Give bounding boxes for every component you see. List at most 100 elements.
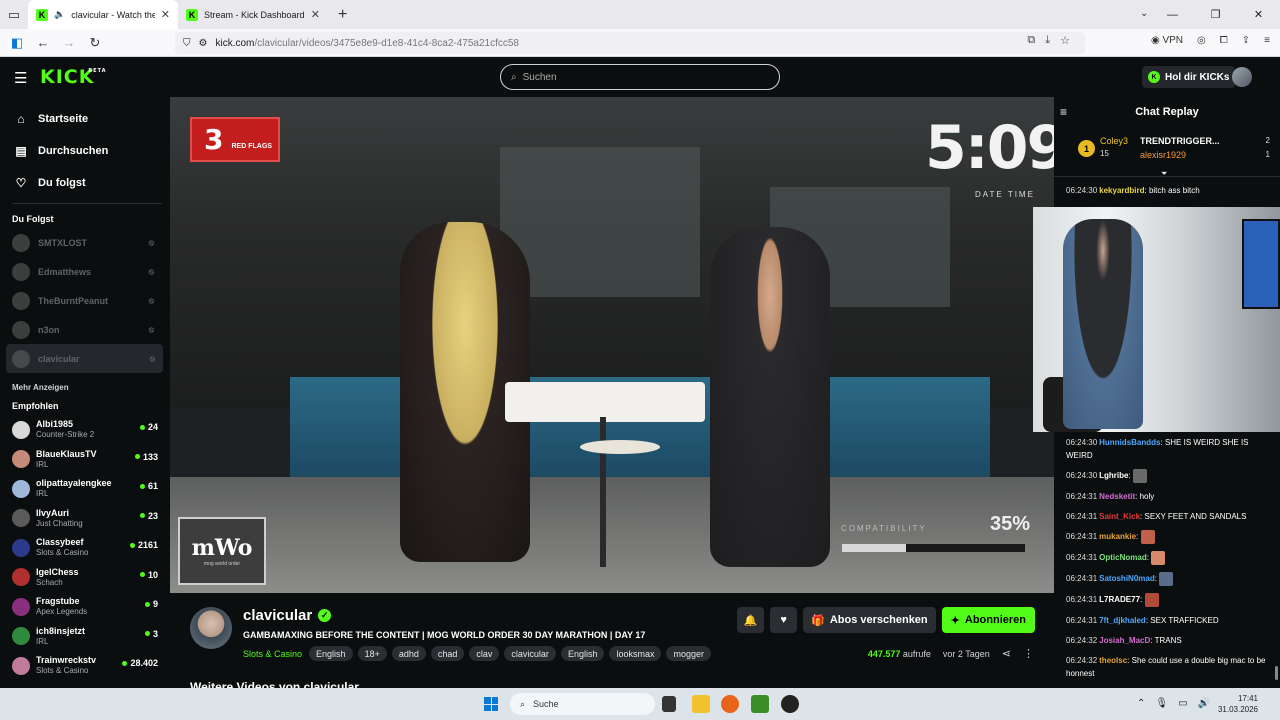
volume-icon[interactable]: 🔊	[1198, 698, 1210, 709]
browser-tab-active[interactable]: K 🔈 clavicular - Watch the VOD ✕	[28, 0, 178, 29]
following-channel[interactable]: TheBurntPeanut ⦸	[0, 286, 162, 315]
gift-subs-button[interactable]: 🎁 Abos verschenken	[803, 607, 936, 633]
recommended-channel[interactable]: Albi1985 Counter-Strike 2 24	[0, 415, 170, 445]
nav-browse[interactable]: ▤ Durchsuchen	[14, 135, 170, 167]
chat-username[interactable]: mukankie	[1099, 532, 1136, 541]
recommended-channel[interactable]: olipattayalengkee IRL 61	[0, 474, 170, 504]
account-icon[interactable]: ◎	[1197, 35, 1206, 46]
chat-username[interactable]: kekyardbird	[1099, 186, 1144, 195]
tag[interactable]: chad	[430, 646, 465, 661]
chat-username[interactable]: Lghribe	[1099, 471, 1128, 480]
speaker-icon[interactable]: 🔈	[54, 9, 65, 20]
maximize-icon[interactable]: ❐	[1194, 0, 1237, 29]
tag[interactable]: mogger	[666, 646, 711, 661]
kick-app-icon[interactable]	[751, 695, 769, 713]
recommended-channel[interactable]: ich8insjetzt IRL 3	[0, 622, 170, 652]
reload-icon[interactable]: ↻	[82, 35, 108, 51]
get-kicks-button[interactable]: K Hol dir KICKs	[1142, 66, 1236, 88]
share-icon[interactable]: ⋖	[1002, 647, 1011, 660]
hamburger-menu-icon[interactable]: ☰	[14, 69, 27, 87]
page-info-icon[interactable]: ⚙	[199, 38, 208, 49]
following-channel-selected[interactable]: clavicular ⦸	[6, 344, 163, 373]
category-link[interactable]: Slots & Casino	[243, 649, 302, 659]
tab-overflow-chevron-icon[interactable]: ⌄	[1140, 8, 1148, 19]
notifications-bell-button[interactable]: 🔔	[737, 607, 765, 633]
tag[interactable]: English	[309, 646, 353, 661]
search-input[interactable]: ⌕ Suchen	[500, 64, 780, 90]
save-to-pocket-icon[interactable]: ⤓	[1045, 34, 1050, 47]
chat-emote-icon	[1151, 551, 1166, 565]
close-tab-icon[interactable]: ✕	[311, 8, 320, 21]
bookmark-star-icon[interactable]: ☆	[1060, 34, 1070, 47]
new-tab-icon[interactable]: +	[338, 6, 347, 24]
picture-in-picture-icon[interactable]: ⧉	[1027, 34, 1035, 47]
tab-list-icon[interactable]: ▭	[0, 7, 28, 23]
network-icon[interactable]: ▭	[1178, 698, 1187, 709]
taskbar-clock[interactable]: 17:41 31.03.2026	[1218, 693, 1258, 715]
shield-icon[interactable]: ⛉	[183, 38, 191, 49]
recommended-channel[interactable]: Classybeef Slots & Casino 2161	[0, 533, 170, 563]
tag[interactable]: 18+	[357, 646, 387, 661]
video-player[interactable]: 3 RED FLAGS 5:09 DATE TIME COMPATIBILITY…	[170, 97, 1054, 593]
menu-icon[interactable]: ≡	[1264, 35, 1270, 46]
recommended-channel[interactable]: BlaueKlausTV IRL 133	[0, 445, 170, 475]
recommended-channel[interactable]: IgelChess Schach 10	[0, 563, 170, 593]
show-more-link[interactable]: Mehr Anzeigen	[0, 377, 170, 397]
chat-username[interactable]: Nedsketit	[1099, 492, 1135, 501]
url-bar[interactable]: ⛉ ⚙ kick.com/clavicular/videos/3475e8e9-…	[175, 32, 1085, 54]
search-placeholder: Suchen	[522, 71, 557, 83]
recommended-channel[interactable]: IlvyAuri Just Chatting 23	[0, 504, 170, 534]
extensions-icon[interactable]: ⧠	[1220, 35, 1228, 46]
tray-chevron-icon[interactable]: ⌃	[1137, 698, 1145, 709]
following-channel[interactable]: SMTXLOST ⦸	[0, 228, 162, 257]
pin-expand-icon[interactable]: ⏷	[1161, 169, 1167, 179]
channel-name-row[interactable]: clavicular ✓	[243, 607, 332, 624]
chat-timestamp: 06:24:31	[1066, 595, 1098, 605]
taskbar-search[interactable]: ⌕ Suche	[510, 693, 655, 715]
chat-scrollbar[interactable]	[1275, 666, 1278, 680]
chat-username[interactable]: OpticNomad	[1099, 553, 1147, 562]
microphone-icon[interactable]: 🎙	[1155, 698, 1168, 709]
vpn-button[interactable]: ◉ VPN	[1151, 35, 1183, 46]
share-icon[interactable]: ⇪	[1242, 35, 1250, 46]
channel-avatar[interactable]	[190, 607, 232, 649]
chat-username[interactable]: 7ft_djkhaled	[1099, 616, 1146, 625]
task-view-icon[interactable]	[662, 696, 676, 712]
user-avatar[interactable]	[1232, 67, 1252, 87]
chat-username[interactable]: Josiah_MacD	[1099, 636, 1150, 645]
firefox-icon[interactable]	[721, 695, 739, 713]
following-channel[interactable]: n3on ⦸	[0, 315, 162, 344]
chat-username[interactable]: Saint_Kick	[1099, 512, 1140, 521]
windows-start-icon[interactable]	[484, 697, 498, 711]
sidebar-toggle-icon[interactable]: ◧	[4, 35, 30, 51]
obs-icon[interactable]	[781, 695, 799, 713]
following-title: Du Folgst	[12, 214, 54, 224]
browser-tab[interactable]: K Stream - Kick Dashboard ✕	[178, 0, 328, 29]
follow-heart-button[interactable]: ♥	[770, 607, 798, 633]
chat-username[interactable]: L7RADE77	[1099, 595, 1140, 604]
close-window-icon[interactable]: ✕	[1237, 0, 1280, 29]
minimize-icon[interactable]: —	[1151, 0, 1194, 29]
following-channel[interactable]: Edmatthews ⦸	[0, 257, 162, 286]
recommended-channel[interactable]: Fragstube Apex Legends 9	[0, 592, 170, 622]
recommended-channel[interactable]: Trainwreckstv Slots & Casino 28.402	[0, 651, 170, 681]
more-options-icon[interactable]: ⋮	[1023, 647, 1034, 660]
nav-home[interactable]: ⌂ Startseite	[14, 103, 170, 135]
chat-username[interactable]: HunnidsBandds	[1099, 438, 1160, 447]
kick-logo[interactable]: KICK BETA	[40, 66, 105, 88]
offline-icon: ⦸	[148, 324, 154, 334]
chat-collapse-icon[interactable]: ≡	[1060, 105, 1067, 119]
close-tab-icon[interactable]: ✕	[161, 8, 170, 21]
chat-username[interactable]: SatoshiN0mad	[1099, 574, 1155, 583]
nav-following[interactable]: ♡ Du folgst	[14, 167, 170, 199]
tag[interactable]: looksmax	[609, 646, 662, 661]
forward-icon[interactable]: →	[56, 35, 82, 50]
back-icon[interactable]: ←	[30, 35, 56, 50]
file-explorer-icon[interactable]	[692, 695, 710, 713]
tag[interactable]: adhd	[391, 646, 426, 661]
chat-username[interactable]: theolsc	[1099, 656, 1127, 665]
tag[interactable]: English	[560, 646, 605, 661]
tag[interactable]: clavicular	[504, 646, 556, 661]
subscribe-button[interactable]: ✦ Abonnieren	[941, 607, 1035, 633]
tag[interactable]: clav	[469, 646, 500, 661]
